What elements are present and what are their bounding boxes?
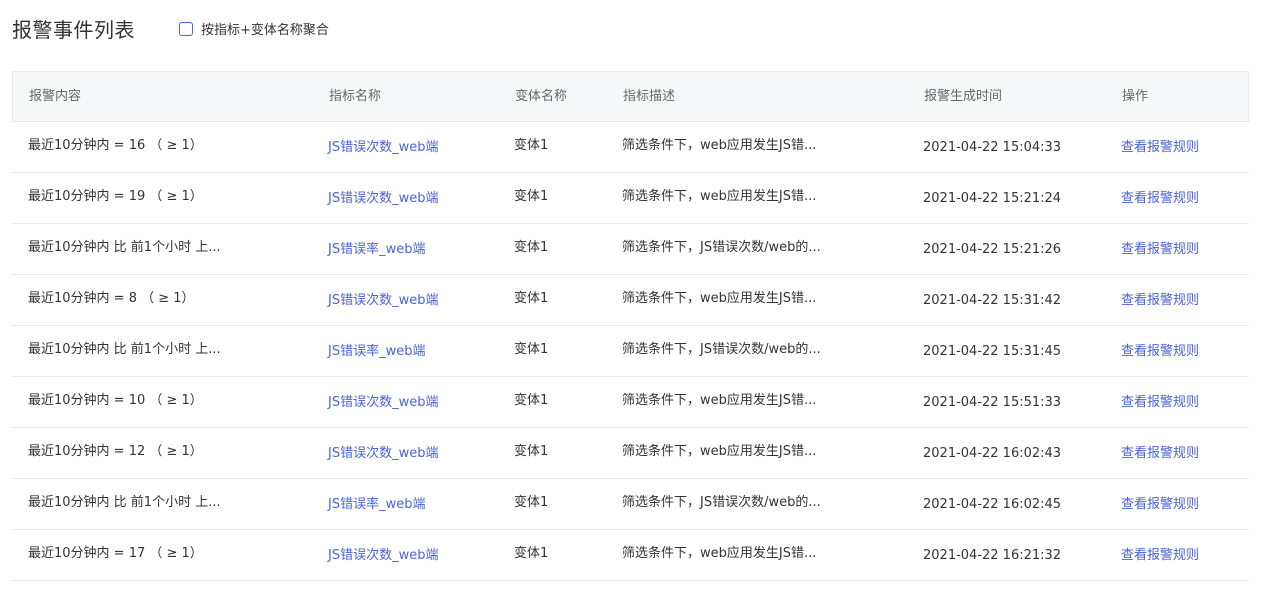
metric-description-cell: 筛选条件下，web应用发生JS错... (622, 291, 817, 306)
view-alert-rule-link[interactable]: 查看报警规则 (1121, 122, 1199, 172)
table-row: 最近10分钟内 = 8 （ ≥ 1） JS错误次数_web端 变体1 筛选条件下，we… (12, 275, 1249, 326)
view-alert-rule-link[interactable]: 查看报警规则 (1121, 530, 1199, 580)
variant-name-cell: 变体1 (514, 138, 549, 153)
alert-events-table: 报警内容 指标名称 变体名称 指标描述 报警生成时间 操作 最近10分钟内 = … (12, 71, 1249, 581)
variant-name-cell: 变体1 (514, 189, 549, 204)
alert-time-cell: 2021-04-22 15:31:45 (923, 344, 1062, 359)
alert-content-cell: 最近10分钟内 = 16 （ ≥ 1） (28, 138, 203, 153)
table-row: 最近10分钟内 = 16 （ ≥ 1） JS错误次数_web端 变体1 筛选条件下，w… (12, 122, 1249, 173)
metric-name-link[interactable]: JS错误率_web端 (328, 326, 425, 376)
alert-content-cell: 最近10分钟内 比 前1个小时 上... (28, 240, 221, 255)
view-alert-rule-link[interactable]: 查看报警规则 (1121, 275, 1199, 325)
metric-name-link[interactable]: JS错误次数_web端 (328, 428, 438, 478)
metric-name-link[interactable]: JS错误次数_web端 (328, 173, 438, 223)
table-row: 最近10分钟内 = 12 （ ≥ 1） JS错误次数_web端 变体1 筛选条件下，w… (12, 428, 1249, 479)
metric-description-cell: 筛选条件下，web应用发生JS错... (622, 546, 817, 561)
column-header-content: 报警内容 (29, 89, 82, 104)
alert-time-cell: 2021-04-22 15:04:33 (923, 140, 1062, 155)
table-row: 最近10分钟内 比 前1个小时 上... JS错误率_web端 变体1 筛选条件下，J… (12, 479, 1249, 530)
table-row: 最近10分钟内 比 前1个小时 上... JS错误率_web端 变体1 筛选条件下，J… (12, 224, 1249, 275)
alert-content-cell: 最近10分钟内 比 前1个小时 上... (28, 342, 221, 357)
column-header-time: 报警生成时间 (924, 89, 1003, 104)
view-alert-rule-link[interactable]: 查看报警规则 (1121, 377, 1199, 427)
table-row: 最近10分钟内 比 前1个小时 上... JS错误率_web端 变体1 筛选条件下，J… (12, 326, 1249, 377)
variant-name-cell: 变体1 (514, 546, 549, 561)
alert-content-cell: 最近10分钟内 = 19 （ ≥ 1） (28, 189, 203, 204)
metric-description-cell: 筛选条件下，web应用发生JS错... (622, 393, 817, 408)
metric-name-link[interactable]: JS错误率_web端 (328, 224, 425, 274)
alert-time-cell: 2021-04-22 15:21:24 (923, 191, 1062, 206)
view-alert-rule-link[interactable]: 查看报警规则 (1121, 326, 1199, 376)
alert-content-cell: 最近10分钟内 = 8 （ ≥ 1） (28, 291, 195, 306)
alert-time-cell: 2021-04-22 16:02:43 (923, 446, 1062, 461)
view-alert-rule-link[interactable]: 查看报警规则 (1121, 479, 1199, 529)
table-body: 最近10分钟内 = 16 （ ≥ 1） JS错误次数_web端 变体1 筛选条件下，w… (12, 122, 1249, 581)
aggregate-checkbox-label[interactable]: 按指标+变体名称聚合 (201, 19, 329, 38)
metric-name-link[interactable]: JS错误次数_web端 (328, 530, 438, 580)
view-alert-rule-link[interactable]: 查看报警规则 (1121, 428, 1199, 478)
alert-content-cell: 最近10分钟内 = 10 （ ≥ 1） (28, 393, 203, 408)
aggregate-checkbox[interactable] (179, 21, 193, 36)
metric-name-link[interactable]: JS错误率_web端 (328, 479, 425, 529)
table-row: 最近10分钟内 = 17 （ ≥ 1） JS错误次数_web端 变体1 筛选条件下，w… (12, 530, 1249, 581)
metric-name-link[interactable]: JS错误次数_web端 (328, 122, 438, 172)
column-header-action: 操作 (1122, 89, 1149, 104)
table-header: 报警内容 指标名称 变体名称 指标描述 报警生成时间 操作 (12, 71, 1249, 122)
page-title: 报警事件列表 (12, 17, 135, 42)
column-header-description: 指标描述 (623, 89, 676, 104)
variant-name-cell: 变体1 (514, 291, 549, 306)
variant-name-cell: 变体1 (514, 444, 549, 459)
alert-time-cell: 2021-04-22 15:51:33 (923, 395, 1062, 410)
metric-description-cell: 筛选条件下，web应用发生JS错... (622, 138, 817, 153)
metric-name-link[interactable]: JS错误次数_web端 (328, 275, 438, 325)
variant-name-cell: 变体1 (514, 342, 549, 357)
alert-time-cell: 2021-04-22 16:02:45 (923, 497, 1062, 512)
alert-content-cell: 最近10分钟内 比 前1个小时 上... (28, 495, 221, 510)
metric-description-cell: 筛选条件下，JS错误次数/web的... (622, 495, 821, 510)
page-header: 报警事件列表 (12, 12, 135, 44)
metric-name-link[interactable]: JS错误次数_web端 (328, 377, 438, 427)
metric-description-cell: 筛选条件下，JS错误次数/web的... (622, 240, 821, 255)
table-row: 最近10分钟内 = 19 （ ≥ 1） JS错误次数_web端 变体1 筛选条件下，w… (12, 173, 1249, 224)
alert-time-cell: 2021-04-22 15:31:42 (923, 293, 1062, 308)
alert-time-cell: 2021-04-22 16:21:32 (923, 548, 1062, 563)
column-header-variant: 变体名称 (515, 89, 568, 104)
alert-time-cell: 2021-04-22 15:21:26 (923, 242, 1062, 257)
alert-content-cell: 最近10分钟内 = 12 （ ≥ 1） (28, 444, 203, 459)
column-header-metric: 指标名称 (329, 89, 382, 104)
metric-description-cell: 筛选条件下，web应用发生JS错... (622, 444, 817, 459)
metric-description-cell: 筛选条件下，JS错误次数/web的... (622, 342, 821, 357)
variant-name-cell: 变体1 (514, 393, 549, 408)
alert-content-cell: 最近10分钟内 = 17 （ ≥ 1） (28, 546, 203, 561)
aggregate-toggle[interactable]: 按指标+变体名称聚合 (179, 19, 329, 38)
table-row: 最近10分钟内 = 10 （ ≥ 1） JS错误次数_web端 变体1 筛选条件下，w… (12, 377, 1249, 428)
variant-name-cell: 变体1 (514, 495, 549, 510)
view-alert-rule-link[interactable]: 查看报警规则 (1121, 224, 1199, 274)
view-alert-rule-link[interactable]: 查看报警规则 (1121, 173, 1199, 223)
variant-name-cell: 变体1 (514, 240, 549, 255)
metric-description-cell: 筛选条件下，web应用发生JS错... (622, 189, 817, 204)
